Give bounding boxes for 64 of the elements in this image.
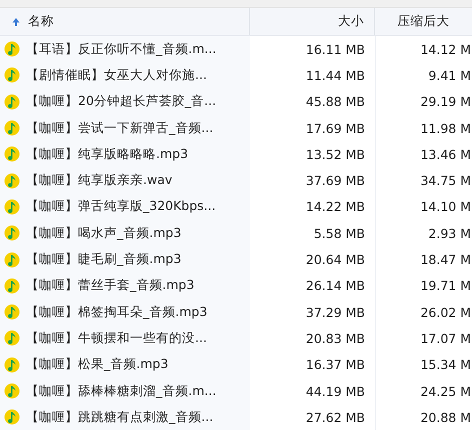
music-note-icon [4, 172, 20, 189]
music-note-icon [4, 41, 20, 58]
file-size: 11.44 MB [250, 68, 375, 83]
compressed-size: 14.10 M [375, 194, 472, 220]
music-note-icon [4, 252, 20, 268]
music-note-icon [4, 94, 20, 110]
music-note-icon [4, 330, 20, 346]
column-header[interactable]: 大小 [250, 8, 375, 35]
music-note-icon [4, 67, 20, 84]
music-note-icon [4, 409, 20, 426]
file-name: 【耳语】反正你听不懂_音频.m... [26, 40, 216, 58]
file-name: 【咖喱】牛顿摆和一些有的没... [26, 330, 207, 347]
file-name: 【剧情催眠】女巫大人对你施... [26, 66, 207, 84]
file-name: 【咖喱】20分钟超长芦荟胶_音... [26, 93, 216, 110]
column-header[interactable]: 压缩后大 [375, 8, 472, 35]
music-note-icon [4, 146, 20, 162]
compressed-size: 15.34 M [375, 352, 472, 378]
file-size: 26.14 MB [250, 278, 375, 294]
music-note-icon [4, 304, 20, 320]
file-name: 【咖喱】蕾丝手套_音频.mp3 [26, 277, 194, 294]
music-note-icon [4, 278, 20, 294]
file-name: 【咖喱】舔棒棒糖刺溜_音频.m... [26, 382, 216, 400]
file-name: 【咖喱】睫毛刷_音频.mp3 [26, 251, 182, 268]
file-size: 37.69 MB [250, 173, 375, 188]
file-size: 45.88 MB [250, 94, 375, 110]
compressed-size: 20.88 M [375, 404, 472, 430]
file-size: 44.19 MB [250, 384, 375, 398]
file-size: 17.69 MB [250, 120, 375, 136]
sort-arrow-icon [12, 16, 20, 26]
file-name: 【咖喱】松果_音频.mp3 [26, 356, 168, 374]
compressed-size: 34.75 M [375, 167, 472, 194]
file-name: 【咖喱】弹舌纯享版_320Kbps... [26, 198, 216, 216]
compressed-size: 14.12 M [375, 36, 472, 62]
file-name: 【咖喱】纯享版亲亲.wav [26, 172, 172, 190]
file-size: 20.83 MB [250, 330, 375, 346]
file-size: 5.58 MB [250, 226, 375, 241]
compressed-size: 2.93 M [375, 220, 472, 246]
file-size: 37.29 MB [250, 304, 375, 320]
music-note-icon [4, 198, 20, 215]
file-size: 20.64 MB [250, 252, 375, 268]
compressed-size: 19.71 M [375, 272, 472, 299]
compressed-size: 24.25 M [375, 378, 472, 404]
compressed-size: 13.46 M [375, 141, 472, 168]
file-size: 16.37 MB [250, 357, 375, 372]
music-note-icon [4, 356, 20, 373]
compressed-size: 26.02 M [375, 298, 472, 326]
file-name: 【咖喱】棉签掏耳朵_音频.mp3 [26, 304, 208, 321]
file-name: 【咖喱】喝水声_音频.mp3 [26, 224, 182, 242]
file-name: 【咖喱】跳跳糖有点刺激_音频... [26, 408, 214, 426]
file-size: 16.11 MB [250, 42, 375, 57]
file-size: 13.52 MB [250, 146, 375, 162]
file-name: 【咖喱】尝试一下新弹舌_音频... [26, 120, 214, 137]
column-header[interactable]: 名称 [0, 8, 250, 35]
music-note-icon [4, 120, 20, 136]
file-size: 14.22 MB [250, 199, 375, 214]
music-note-icon [4, 383, 20, 399]
compressed-size: 17.07 M [375, 325, 472, 352]
compressed-size: 9.41 M [375, 62, 472, 89]
compressed-size: 18.47 M [375, 246, 472, 273]
file-name: 【咖喱】纯享版略略略.mp3 [26, 146, 188, 163]
music-note-icon [4, 225, 20, 242]
file-size: 27.62 MB [250, 410, 375, 425]
compressed-size: 29.19 M [375, 88, 472, 115]
compressed-size: 11.98 M [375, 114, 472, 142]
